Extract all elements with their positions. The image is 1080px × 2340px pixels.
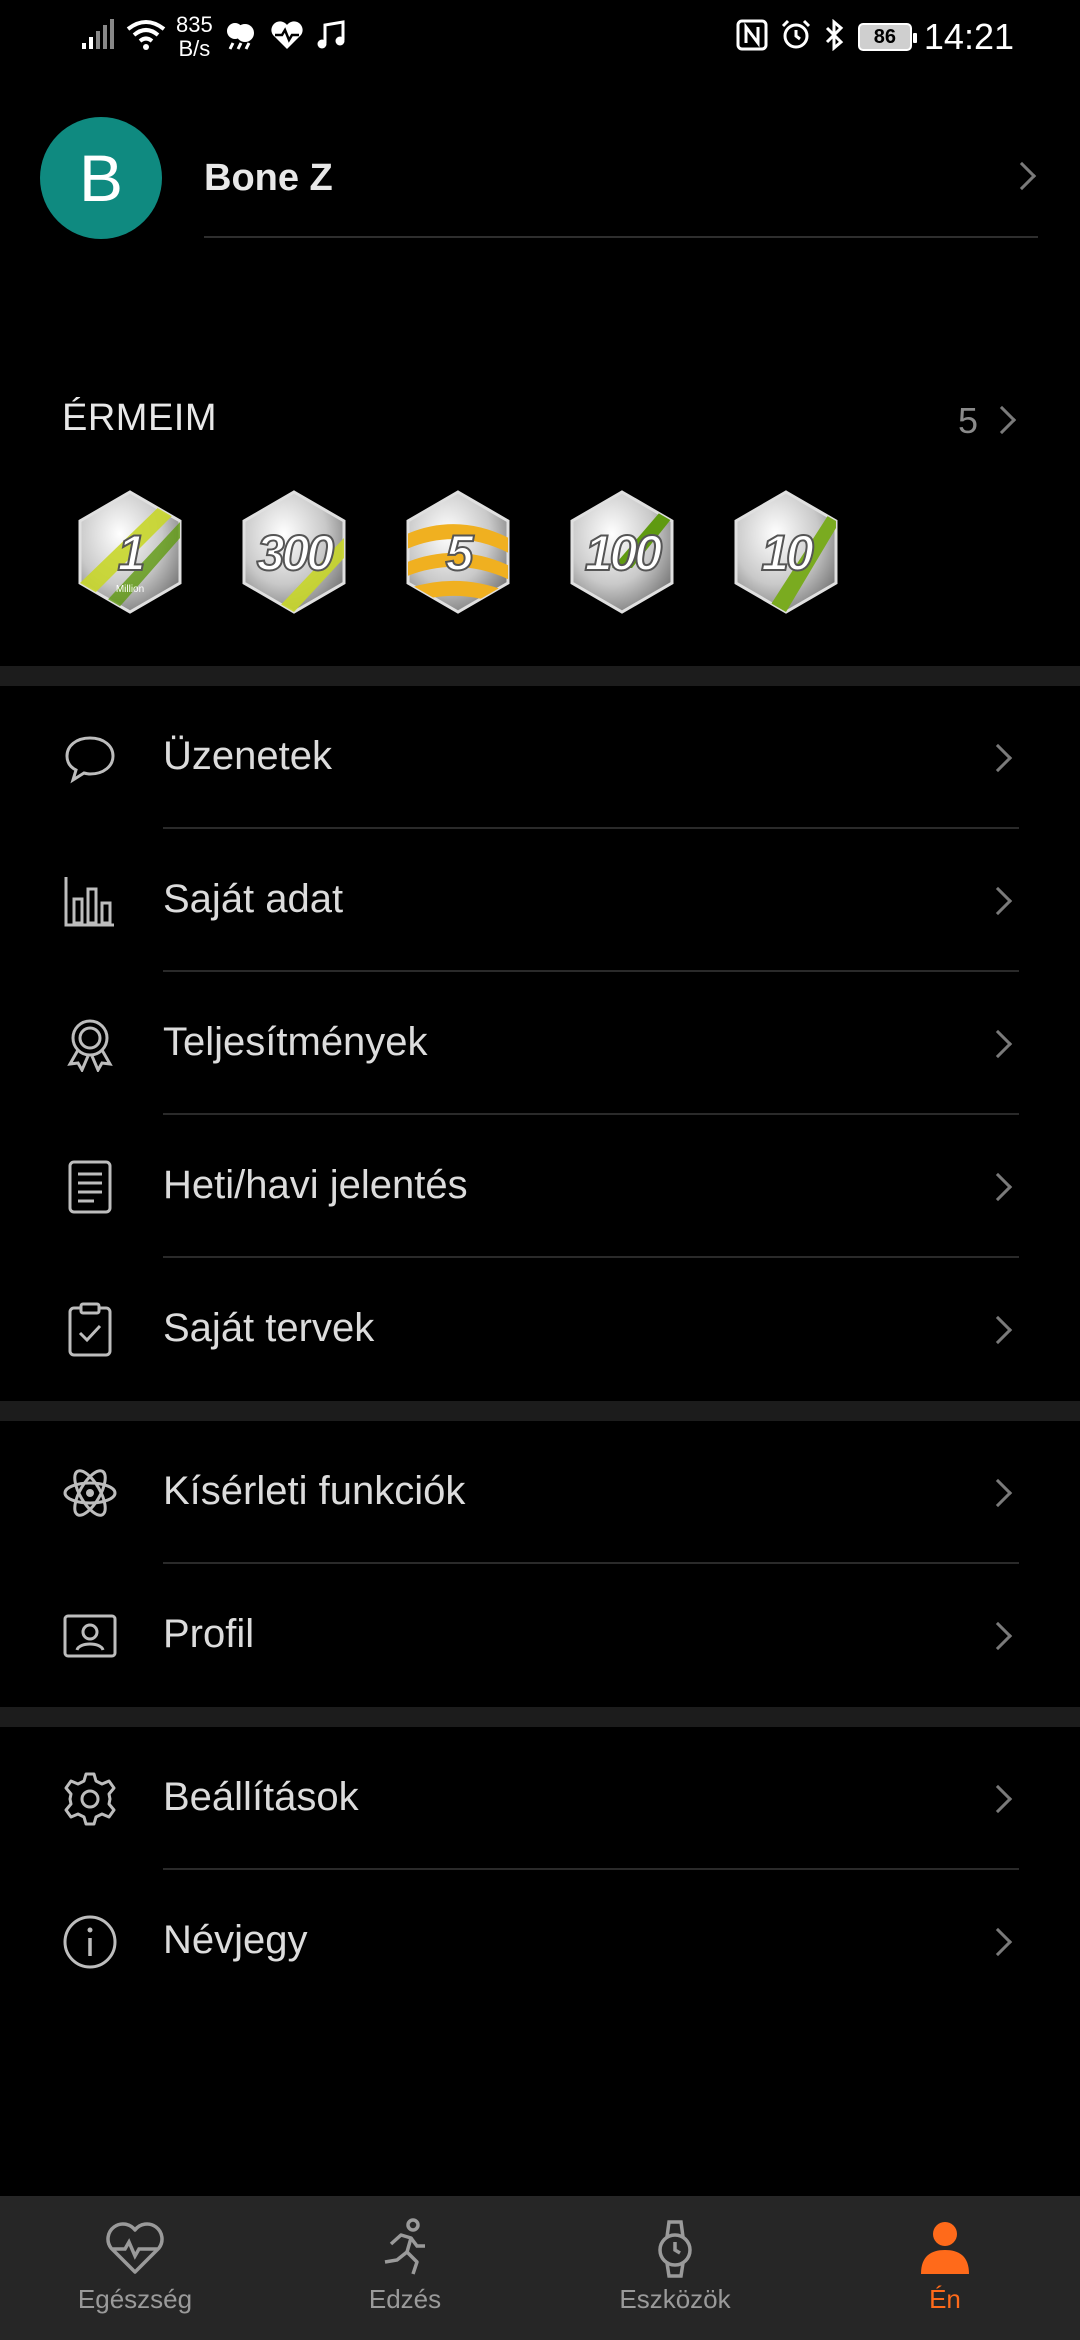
nfc-icon xyxy=(736,19,768,56)
menu-item-experimental[interactable]: Kísérleti funkciók xyxy=(0,1421,1080,1564)
tab-me[interactable]: Én xyxy=(810,2196,1080,2340)
tab-label: Én xyxy=(929,2284,961,2314)
chevron-right-icon xyxy=(983,1029,1013,1059)
music-icon xyxy=(315,19,347,56)
medals-title: ÉRMEIM xyxy=(62,397,217,439)
info-icon xyxy=(62,1914,118,1970)
chevron-right-icon[interactable] xyxy=(987,405,1017,435)
award-ribbon-icon xyxy=(62,1016,118,1074)
status-right: 86 14:21 xyxy=(736,12,1014,62)
running-icon xyxy=(373,2216,437,2280)
clipboard-check-icon xyxy=(62,1302,118,1358)
tab-label: Egészség xyxy=(77,2284,193,2314)
menu-label: Saját tervek xyxy=(163,1306,375,1350)
menu-item-messages[interactable]: Üzenetek xyxy=(0,686,1080,829)
status-left: 835 B/s xyxy=(80,12,347,62)
bluetooth-icon xyxy=(824,18,846,56)
menu-label: Kísérleti funkciók xyxy=(163,1469,466,1513)
medals-row: 1 Million 300 5 100 10 xyxy=(70,488,846,616)
menu-item-achievements[interactable]: Teljesítmények xyxy=(0,972,1080,1115)
bar-chart-icon xyxy=(62,873,118,929)
tab-workout[interactable]: Edzés xyxy=(270,2196,540,2340)
status-bar: 835 B/s 86 14:21 xyxy=(0,0,1080,72)
health-icon xyxy=(269,19,305,56)
chevron-right-icon xyxy=(983,886,1013,916)
battery-icon: 86 xyxy=(857,23,917,51)
avatar[interactable]: B xyxy=(40,117,162,239)
menu-label: Beállítások xyxy=(163,1775,359,1819)
medal-number: 300 xyxy=(256,524,335,582)
network-speed: 835 B/s xyxy=(176,12,213,61)
menu-label: Névjegy xyxy=(163,1918,308,1962)
section-divider xyxy=(0,666,1080,686)
medal-subtitle: Million xyxy=(115,584,145,595)
chevron-right-icon xyxy=(983,743,1013,773)
menu-label: Profil xyxy=(163,1612,255,1656)
person-icon xyxy=(913,2216,977,2280)
chevron-right-icon xyxy=(983,1478,1013,1508)
medal-2[interactable]: 300 xyxy=(234,488,354,616)
medal-1[interactable]: 1 Million xyxy=(70,488,190,616)
signal-icon xyxy=(80,18,116,56)
chevron-right-icon xyxy=(983,1784,1013,1814)
section-divider xyxy=(0,1401,1080,1421)
medal-3[interactable]: 5 xyxy=(398,488,518,616)
profile-name: Bone Z xyxy=(204,157,333,199)
medal-5[interactable]: 10 xyxy=(726,488,846,616)
wifi-icon xyxy=(126,19,166,56)
heart-pulse-icon xyxy=(103,2216,167,2280)
medal-4[interactable]: 100 xyxy=(562,488,682,616)
menu-label: Heti/havi jelentés xyxy=(163,1163,468,1207)
tab-devices[interactable]: Eszközök xyxy=(540,2196,810,2340)
chevron-right-icon xyxy=(983,1927,1013,1957)
medal-number: 5 xyxy=(445,524,475,582)
tab-label: Eszközök xyxy=(619,2284,731,2314)
atom-icon xyxy=(62,1465,118,1521)
tab-label: Edzés xyxy=(368,2284,442,2314)
menu-label: Teljesítmények xyxy=(163,1020,428,1064)
clock: 14:21 xyxy=(923,16,1014,57)
profile-card-icon xyxy=(62,1608,118,1664)
medal-number: 100 xyxy=(584,524,663,582)
menu-label: Üzenetek xyxy=(163,734,332,778)
section-divider xyxy=(0,1707,1080,1727)
watch-icon xyxy=(643,2216,707,2280)
chevron-right-icon xyxy=(983,1315,1013,1345)
tab-health[interactable]: Egészség xyxy=(0,2196,270,2340)
menu-label: Saját adat xyxy=(163,877,344,921)
document-icon xyxy=(62,1159,118,1215)
bottom-nav: Egészség Edzés Eszközök Én xyxy=(0,2196,1080,2340)
profile-row[interactable]: B Bone Z xyxy=(0,112,1080,242)
menu-item-settings[interactable]: Beállítások xyxy=(0,1727,1080,1870)
chevron-right-icon xyxy=(1007,161,1037,191)
medals-count[interactable]: 5 xyxy=(958,400,978,442)
divider xyxy=(204,236,1038,238)
gear-icon xyxy=(62,1771,118,1827)
menu-item-about[interactable]: Névjegy xyxy=(0,1870,1080,2013)
menu-item-profile[interactable]: Profil xyxy=(0,1564,1080,1707)
menu-item-plans[interactable]: Saját tervek xyxy=(0,1258,1080,1401)
chevron-right-icon xyxy=(983,1621,1013,1651)
menu-item-my-data[interactable]: Saját adat xyxy=(0,829,1080,972)
medal-number: 1 xyxy=(117,524,147,582)
medal-number: 10 xyxy=(760,524,815,582)
weather-icon xyxy=(223,19,259,56)
menu-item-reports[interactable]: Heti/havi jelentés xyxy=(0,1115,1080,1258)
alarm-icon xyxy=(780,19,812,56)
chevron-right-icon xyxy=(983,1172,1013,1202)
chat-bubble-icon xyxy=(62,730,118,786)
